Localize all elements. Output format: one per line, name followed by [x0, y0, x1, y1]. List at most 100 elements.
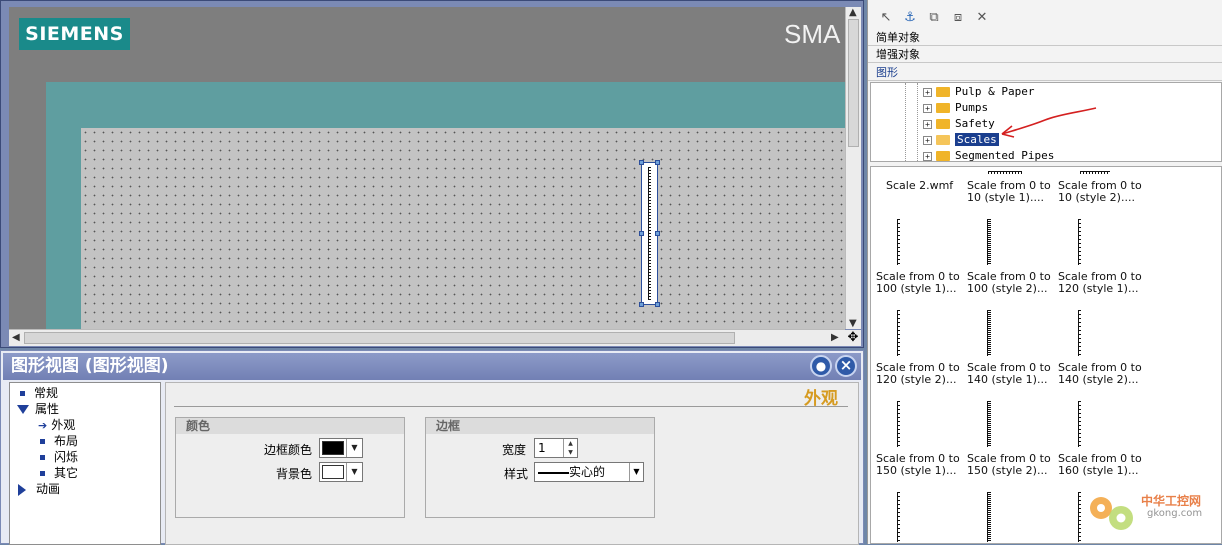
color-group: 颜色 边框颜色 ▼ 背景色 ▼	[175, 417, 405, 518]
pin-icon[interactable]: ●	[810, 355, 832, 377]
width-stepper[interactable]: 1 ▲ ▼	[534, 438, 578, 458]
library-item[interactable]: Scale from 0 to 120 (style 1)...	[1058, 271, 1146, 295]
screen-canvas[interactable]: SIEMENS SMA	[9, 7, 845, 329]
resize-handle[interactable]	[639, 160, 644, 165]
resize-handle[interactable]	[655, 231, 660, 236]
scroll-right-icon[interactable]: ▶	[831, 332, 839, 343]
expand-right-icon[interactable]	[18, 483, 26, 496]
tree-item-safety[interactable]: + Safety	[923, 116, 995, 132]
library-item[interactable]: Scale from 0 to 140 (style 2)...	[1058, 362, 1146, 386]
resize-handle[interactable]	[639, 302, 644, 307]
library-toolbar: ↖ ⚓ ⧉ ⧈ ✕	[868, 4, 1222, 28]
library-item[interactable]: Scale from 0 to 150 (style 1)...	[876, 453, 964, 477]
nav-item-appearance[interactable]: ➔ 外观	[38, 417, 75, 433]
line-sample-icon	[538, 472, 569, 474]
chevron-down-icon[interactable]: ▼	[346, 463, 362, 481]
scale-thumbnail[interactable]	[1078, 310, 1081, 356]
selected-arrow-icon: ➔	[38, 419, 48, 432]
library-item[interactable]: Scale from 0 to 10 (style 1)....	[967, 180, 1055, 204]
library-item[interactable]: Scale from 0 to 150 (style 2)...	[967, 453, 1055, 477]
folder-icon	[936, 151, 950, 161]
close-icon[interactable]: ×	[835, 355, 857, 377]
color-swatch	[322, 441, 344, 455]
expand-plus-icon[interactable]: +	[923, 151, 932, 161]
category-graphics[interactable]: 图形	[868, 64, 1222, 81]
move-icon[interactable]: ✥	[845, 330, 861, 346]
panel-title-text: 图形视图 (图形视图)	[11, 356, 169, 376]
work-area-grid[interactable]	[81, 128, 845, 329]
siemens-logo: SIEMENS	[19, 18, 130, 50]
scale-object[interactable]	[639, 160, 660, 307]
library-item[interactable]: Scale from 0 to 140 (style 1)...	[967, 362, 1055, 386]
scale-thumbnail[interactable]	[1078, 401, 1081, 447]
scale-thumbnail[interactable]	[1078, 492, 1081, 542]
folder-icon	[936, 119, 950, 129]
scale-thumbnail[interactable]	[987, 401, 991, 447]
stepper-arrows-icon[interactable]: ▲ ▼	[563, 439, 577, 457]
line-style-select[interactable]: 实心的 ▼	[534, 462, 644, 482]
library-item[interactable]: Scale 2.wmf	[886, 180, 974, 192]
expand-plus-icon[interactable]: +	[923, 135, 932, 145]
expand-down-icon[interactable]	[17, 405, 29, 414]
gear-icon	[1090, 497, 1133, 530]
scale-thumbnail[interactable]	[1080, 171, 1110, 174]
border-color-label: 边框颜色	[264, 443, 313, 457]
bg-color-picker[interactable]: ▼	[319, 462, 363, 482]
resize-handle[interactable]	[639, 231, 644, 236]
watermark-subtitle: gkong.com	[1147, 508, 1203, 519]
pointer-icon[interactable]: ↖	[878, 10, 894, 26]
chevron-down-icon[interactable]: ▼	[346, 439, 362, 457]
scale-thumbnail[interactable]	[897, 492, 900, 542]
delete-icon[interactable]: ✕	[974, 10, 990, 26]
scroll-up-icon[interactable]: ▲	[849, 7, 857, 18]
chevron-down-icon[interactable]: ▼	[629, 463, 643, 481]
divider	[174, 406, 848, 407]
library-item[interactable]: Scale from 0 to 100 (style 2)...	[967, 271, 1055, 295]
resize-handle[interactable]	[655, 302, 660, 307]
nav-item-other[interactable]: 其它	[40, 465, 78, 481]
scale-thumbnail[interactable]	[897, 401, 900, 447]
scale-thumbnail[interactable]	[987, 492, 991, 542]
group-title: 边框	[426, 418, 654, 434]
scale-thumbnail[interactable]	[897, 310, 900, 356]
annotation-arrow-icon	[1001, 107, 1097, 138]
horizontal-scrollbar[interactable]: ◀ ▶	[9, 329, 845, 346]
category-simple-objects[interactable]: 简单对象	[868, 29, 1222, 46]
scroll-thumb[interactable]	[848, 19, 859, 147]
scale-thumbnail[interactable]	[987, 219, 991, 265]
tree-item-pulp-paper[interactable]: + Pulp & Paper	[923, 84, 1034, 100]
nav-item-animation[interactable]: 动画	[18, 481, 60, 497]
scroll-left-icon[interactable]: ◀	[12, 332, 20, 343]
scale-thumbnail[interactable]	[987, 310, 991, 356]
bullet-icon	[40, 439, 45, 444]
copy-icon[interactable]: ⧉	[926, 10, 942, 26]
border-color-picker[interactable]: ▼	[319, 438, 363, 458]
nav-item-layout[interactable]: 布局	[40, 433, 78, 449]
tree-item-pumps[interactable]: + Pumps	[923, 100, 988, 116]
scale-thumbnail[interactable]	[897, 219, 900, 265]
scroll-thumb[interactable]	[24, 332, 735, 344]
bullet-icon	[20, 391, 25, 396]
library-item[interactable]: Scale from 0 to 160 (style 1)...	[1058, 453, 1146, 477]
nav-item-general[interactable]: 常规	[20, 385, 58, 401]
library-item[interactable]: Scale from 0 to 120 (style 2)...	[876, 362, 964, 386]
expand-plus-icon[interactable]: +	[923, 103, 932, 113]
expand-plus-icon[interactable]: +	[923, 119, 932, 129]
nav-item-properties[interactable]: 属性	[17, 401, 59, 417]
library-item[interactable]: Scale from 0 to 100 (style 1)...	[876, 271, 964, 295]
property-nav-tree: 常规 属性 ➔ 外观 布局 闪烁 其它 动画	[9, 382, 161, 545]
scale-thumbnail[interactable]	[988, 171, 1022, 174]
resize-handle[interactable]	[655, 160, 660, 165]
category-enhanced-objects[interactable]: 增强对象	[868, 46, 1222, 63]
paste-icon[interactable]: ⧈	[950, 10, 966, 26]
anchor-icon[interactable]: ⚓	[902, 10, 918, 26]
vertical-scrollbar[interactable]: ▲ ▼	[845, 7, 861, 329]
expand-plus-icon[interactable]: +	[923, 87, 932, 97]
library-item[interactable]: Scale from 0 to 10 (style 2)....	[1058, 180, 1146, 204]
tree-item-segmented-pipes[interactable]: + Segmented Pipes	[923, 148, 1054, 161]
scroll-down-icon[interactable]: ▼	[849, 318, 857, 329]
nav-item-flashing[interactable]: 闪烁	[40, 449, 78, 465]
tree-item-scales[interactable]: + Scales	[923, 132, 999, 148]
watermark-title: 中华工控网	[1141, 494, 1202, 508]
scale-thumbnail[interactable]	[1078, 219, 1081, 265]
